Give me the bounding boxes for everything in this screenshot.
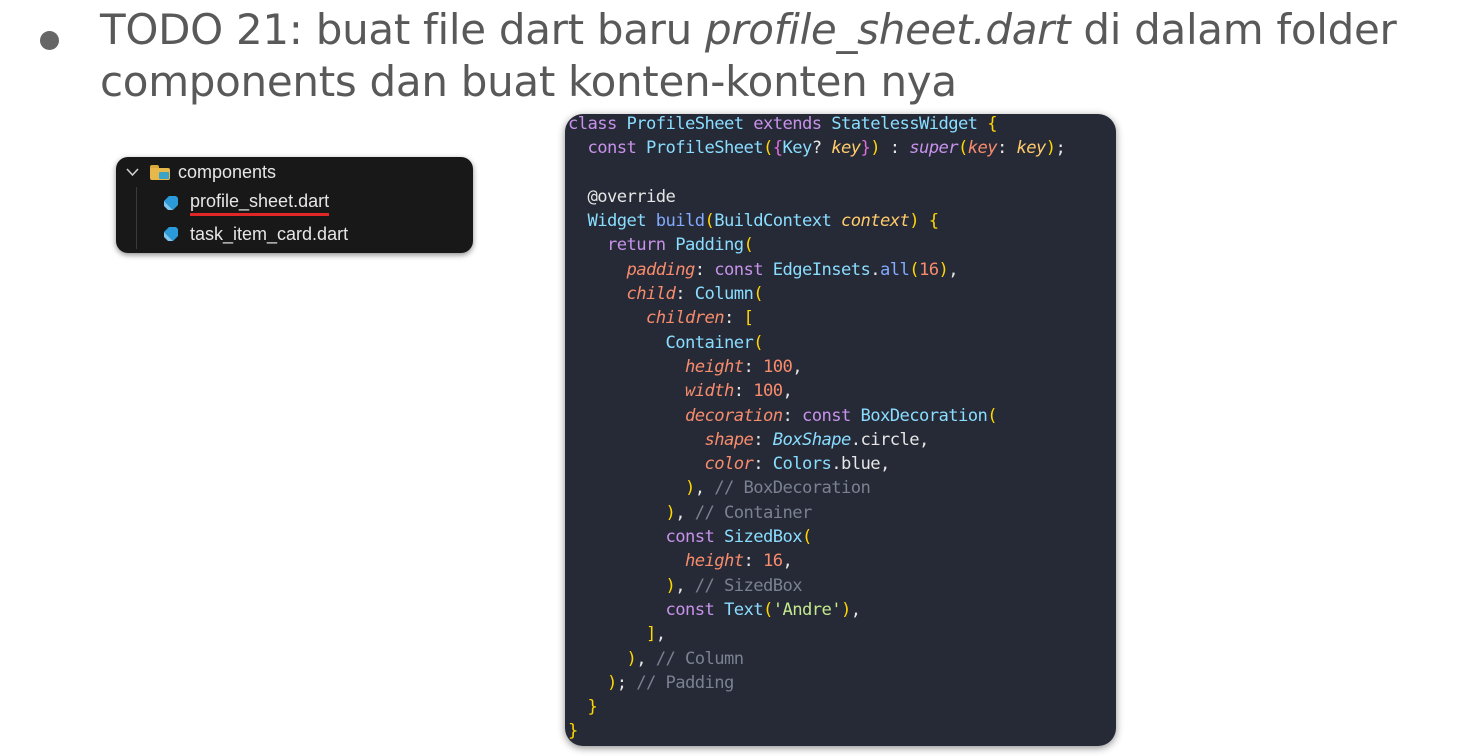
code-line: ); // Padding [607,672,734,693]
bullet-dot [40,31,59,50]
folder-label: components [178,161,277,182]
code-line: ], [645,624,666,645]
code-line: const SizedBox( [665,527,812,548]
code-line: color: Colors.blue, [704,454,890,475]
code-line: ), // BoxDecoration [684,478,871,499]
heading-part1: TODO 21: buat file dart baru [100,5,705,54]
code-line: child: Column( [626,284,764,305]
file-label: profile_sheet.dart [190,191,330,216]
folder-icon [150,164,170,180]
code-block: class ProfileSheet extends StatelessWidg… [568,114,1066,744]
file-item-task-item-card[interactable]: task_item_card.dart [162,219,348,249]
code-line: height: 100, [684,356,803,377]
dart-file-icon [162,225,180,243]
code-line: ), // Container [665,502,812,523]
code-line: Container( [665,332,763,353]
code-line: } [568,721,578,742]
dart-file-icon [162,194,180,212]
folder-item-components[interactable]: components [126,157,276,187]
code-line: } [587,697,598,718]
code-line: children: [ [645,308,754,329]
code-line: return Padding( [607,235,754,256]
code-line: shape: BoxShape.circle, [704,429,929,450]
file-label: task_item_card.dart [190,223,349,244]
code-line: @override [587,186,676,207]
file-item-profile-sheet[interactable]: profile_sheet.dart [162,188,330,218]
code-line: ), // Column [626,648,745,669]
slide-heading: TODO 21: buat file dart baru profile_she… [100,4,1440,108]
code-line: const ProfileSheet({Key? key}) : super(k… [587,138,1066,159]
code-line: height: 16, [684,551,793,572]
code-line: class ProfileSheet extends StatelessWidg… [568,114,998,134]
code-line: padding: const EdgeInsets.all(16), [626,259,959,280]
code-editor-panel: class ProfileSheet extends StatelessWidg… [565,114,1116,746]
code-line: Widget build(BuildContext context) { [587,211,940,232]
code-line: ), // SizedBox [665,575,802,596]
chevron-down-icon[interactable] [126,164,140,181]
file-explorer-panel: components profile_sheet.dart task_item_… [116,157,473,253]
code-line: decoration: const BoxDecoration( [684,405,998,426]
code-line: const Text('Andre'), [665,599,861,620]
indent-guide [136,187,137,249]
heading-filename: profile_sheet.dart [704,5,1071,54]
code-line: width: 100, [684,381,793,402]
